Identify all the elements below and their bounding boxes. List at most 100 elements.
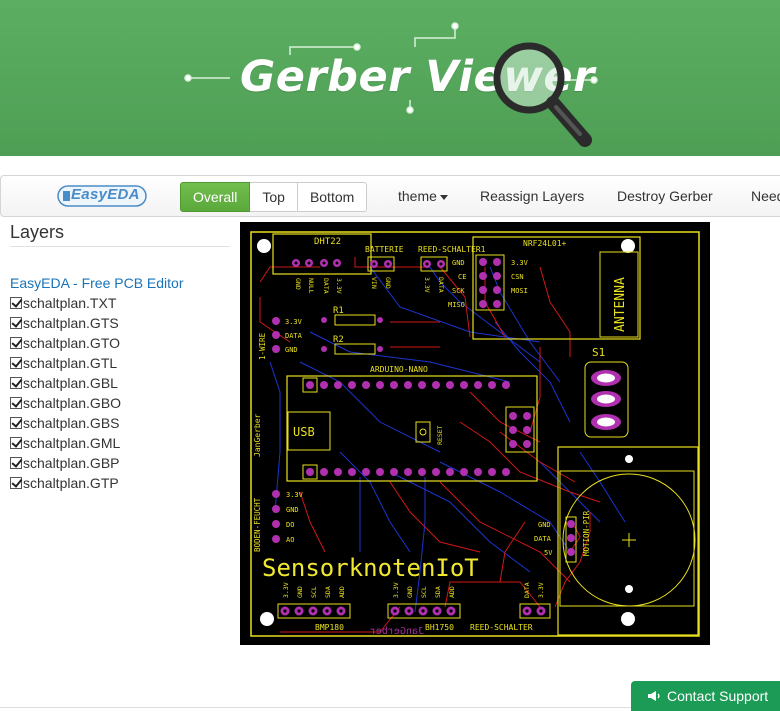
view-button-group: Overall Top Bottom [180,182,368,212]
svg-text:GND: GND [294,278,302,290]
onewire-label: 1-WIRE [258,332,267,360]
reassign-layers-link[interactable]: Reassign Layers [480,188,584,204]
layer-name: schaltplan.GTO [23,335,121,351]
svg-text:SDA: SDA [324,586,332,598]
svg-text:GND: GND [286,506,299,514]
svg-text:SDA: SDA [434,586,442,598]
caret-down-icon [439,194,448,200]
svg-text:3.3V: 3.3V [286,491,304,499]
layer-item: schaltplan.GTP [10,473,121,493]
svg-text:CSN: CSN [511,273,524,281]
layer-item: schaltplan.GBP [10,453,121,473]
svg-text:3.3V: 3.3V [423,277,431,293]
layer-checkbox[interactable] [10,317,22,329]
easyeda-editor-link[interactable]: EasyEDA - Free PCB Editor [10,275,184,291]
theme-dropdown[interactable]: theme [398,188,448,204]
layer-checkbox[interactable] [10,477,22,489]
arduino-label: ARDUINO-NANO [370,365,428,374]
layers-heading: Layers [10,222,65,242]
board-title: SensorknotenIoT [262,554,479,582]
layer-checkbox[interactable] [10,437,22,449]
svg-text:DATA: DATA [523,582,531,598]
svg-text:DATA: DATA [437,277,445,293]
nrf-label: NRF24L01+ [523,239,567,248]
svg-text:NULL: NULL [307,278,315,294]
svg-text:3.3V: 3.3V [282,582,290,598]
megaphone-icon [648,691,660,701]
arduino-pads [306,381,531,476]
layer-name: schaltplan.GTS [23,315,119,331]
layer-checkbox[interactable] [10,377,22,389]
layer-item: schaltplan.GBL [10,373,121,393]
svg-text:DATA: DATA [322,278,330,294]
divider [0,707,631,708]
svg-text:3.3V: 3.3V [537,582,545,598]
layer-name: schaltplan.GBO [23,395,122,411]
svg-text:MISO: MISO [448,301,465,309]
layer-item: schaltplan.GBS [10,413,121,433]
toolbar: EasyEDA Overall Top Bottom theme Reassig… [0,175,780,217]
reed1-label: REED-SCHALTER1 [418,245,486,254]
reset-label: RESET [436,425,444,445]
layer-name: schaltplan.GML [23,435,121,451]
boden-label: BODEN-FEUCHT [253,497,262,552]
svg-text:GND: GND [452,259,465,267]
need-link[interactable]: Need [751,188,780,204]
svg-text:AO: AO [286,536,294,544]
svg-text:3.3V: 3.3V [511,259,529,267]
logo-text: EasyEDA [71,186,140,203]
destroy-gerber-link[interactable]: Destroy Gerber [617,188,713,204]
layer-checkbox[interactable] [10,397,22,409]
layer-checkbox[interactable] [10,417,22,429]
usb-label: USB [293,425,315,439]
jangerber-label: JanGerber [253,413,262,457]
svg-text:3.3V: 3.3V [335,278,343,294]
contact-support-button[interactable]: Contact Support [631,681,780,711]
svg-text:ADD: ADD [338,586,346,598]
layer-name: schaltplan.GTP [23,475,119,491]
svg-text:GND: GND [538,521,551,529]
bottom-button[interactable]: Bottom [297,182,368,212]
svg-text:GND: GND [285,346,298,354]
pcb-board: DHT22 GND NULL DATA 3.3V BATTERIE REED-S… [250,231,700,637]
svg-text:3.3V: 3.3V [392,582,400,598]
overall-button[interactable]: Overall [180,182,251,212]
bh-label: BH1750 [425,623,454,632]
layer-item: schaltplan.GBO [10,393,121,413]
svg-text:CE: CE [458,273,466,281]
layer-name: schaltplan.TXT [23,295,117,311]
reed2-label: REED-SCHALTER [470,623,533,632]
svg-text:DATA: DATA [534,535,552,543]
layer-name: schaltplan.GTL [23,355,118,371]
layer-checkbox[interactable] [10,337,22,349]
magnifier-icon [493,42,592,147]
layer-checkbox[interactable] [10,357,22,369]
svg-text:3.3V: 3.3V [285,318,303,326]
svg-text:GND: GND [384,277,392,289]
layer-checkbox[interactable] [10,457,22,469]
gerber-canvas[interactable]: DHT22 GND NULL DATA 3.3V BATTERIE REED-S… [240,222,710,645]
motion-label: MOTION-PIR [582,510,591,556]
divider [10,246,230,247]
layer-item: schaltplan.GTL [10,353,121,373]
svg-text:5V: 5V [544,549,553,557]
svg-text:SCL: SCL [310,586,318,598]
batterie-label: BATTERIE [365,245,404,254]
layer-item: schaltplan.GTS [10,313,121,333]
bmp-label: BMP180 [315,623,344,632]
top-button[interactable]: Top [250,182,298,212]
s1-label: S1 [592,346,605,359]
mirrored-signature: JanGerber [370,626,424,637]
svg-text:ADD: ADD [448,586,456,598]
layer-name: schaltplan.GBP [23,455,120,471]
theme-label: theme [398,188,437,204]
layer-item: schaltplan.TXT [10,293,121,313]
layer-list: schaltplan.TXT schaltplan.GTS schaltplan… [10,293,121,493]
header-banner: Gerber Viewer [0,0,780,156]
svg-text:GND: GND [406,586,414,598]
svg-text:MOSI: MOSI [511,287,528,295]
layer-checkbox[interactable] [10,297,22,309]
layer-item: schaltplan.GML [10,433,121,453]
layer-name: schaltplan.GBS [23,415,120,431]
dht22-label: DHT22 [314,237,341,247]
